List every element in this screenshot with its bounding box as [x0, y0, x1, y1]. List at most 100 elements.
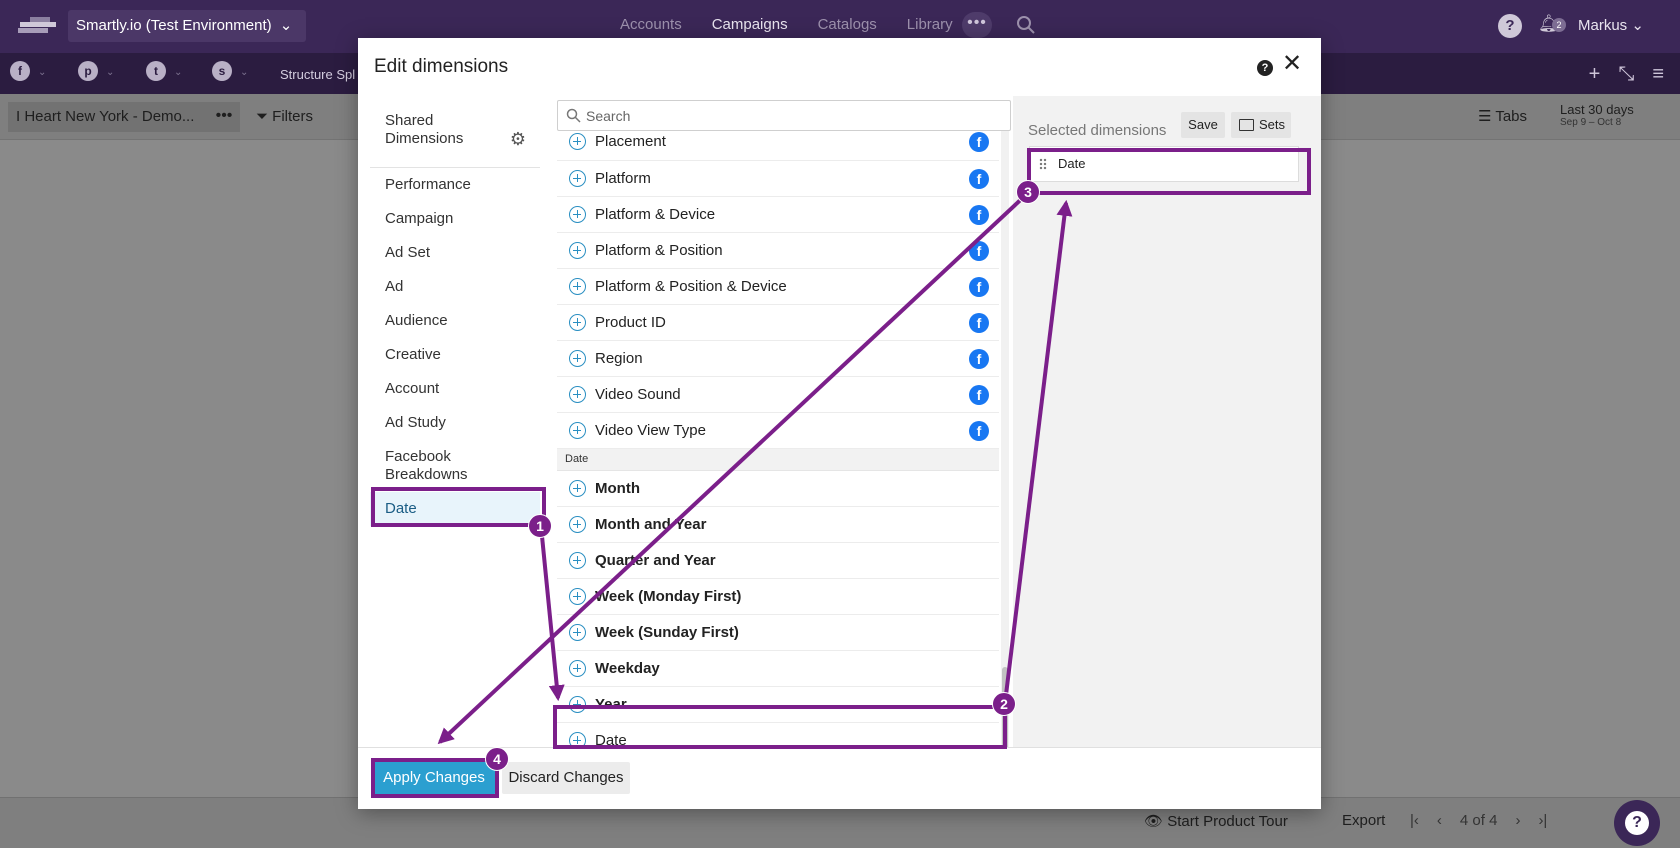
facebook-platform-selector[interactable]: f ⌄ [10, 61, 70, 87]
dimension-row[interactable]: Platform & Position f [557, 233, 999, 269]
filters-button[interactable]: ⏷ Filters [256, 108, 313, 125]
twitter-icon: t [146, 61, 166, 81]
add-plus-icon[interactable] [569, 516, 586, 533]
gear-icon[interactable]: ⚙ [510, 130, 526, 148]
add-plus-icon[interactable] [569, 624, 586, 641]
add-plus-icon[interactable] [569, 242, 586, 259]
category-creative[interactable]: Creative [370, 338, 540, 372]
dimension-label: Placement [595, 133, 666, 150]
bar2-actions: + ⤡ ≡ [1589, 63, 1664, 86]
apply-changes-button[interactable]: Apply Changes [372, 762, 496, 794]
dimension-row[interactable]: Month [557, 471, 999, 507]
add-plus-icon[interactable] [569, 422, 586, 439]
add-plus-icon[interactable] [569, 170, 586, 187]
category-ad[interactable]: Ad [370, 270, 540, 304]
add-plus-icon[interactable] [569, 588, 586, 605]
dimension-row[interactable]: Week (Monday First) [557, 579, 999, 615]
dimension-row[interactable]: Platform f [557, 161, 999, 197]
search-input[interactable] [586, 105, 986, 127]
pinterest-platform-selector[interactable]: p ⌄ [78, 61, 138, 87]
report-tab[interactable]: I Heart New York - Demo... [8, 102, 208, 132]
add-plus-icon[interactable] [569, 696, 586, 713]
dimension-row[interactable]: Week (Sunday First) [557, 615, 999, 651]
category-performance[interactable]: Performance [370, 168, 540, 202]
start-product-tour-button[interactable]: 👁︎ Start Product Tour [1144, 812, 1288, 830]
category-account[interactable]: Account [370, 372, 540, 406]
environment-label: Smartly.io (Test Environment) [76, 17, 272, 34]
dimension-row[interactable]: Platform & Position & Device f [557, 269, 999, 305]
add-plus-icon[interactable] [569, 133, 586, 150]
dimension-search [557, 100, 1011, 131]
dimension-row[interactable]: Placement f [557, 131, 999, 161]
date-range-picker[interactable]: Last 30 days Sep 9 – Oct 8 [1560, 102, 1634, 128]
step-badge-3: 3 [1016, 180, 1040, 204]
category-audience[interactable]: Audience [370, 304, 540, 338]
snapchat-platform-selector[interactable]: s ⌄ [212, 61, 272, 87]
selected-dimension-item[interactable]: Date [1029, 146, 1299, 182]
search-icon[interactable] [1016, 15, 1036, 35]
export-button[interactable]: Export [1342, 812, 1385, 829]
nav-campaigns[interactable]: Campaigns [712, 16, 788, 33]
category-ad-study[interactable]: Ad Study [370, 406, 540, 440]
dimension-row[interactable]: Quarter and Year [557, 543, 999, 579]
environment-selector[interactable]: Smartly.io (Test Environment) ⌄ [68, 10, 306, 42]
add-plus-icon[interactable] [569, 386, 586, 403]
nav-accounts[interactable]: Accounts [620, 16, 682, 33]
step-badge-2: 2 [992, 692, 1016, 716]
twitter-platform-selector[interactable]: t ⌄ [146, 61, 206, 87]
category-campaign[interactable]: Campaign [370, 202, 540, 236]
save-button[interactable]: Save [1181, 112, 1225, 138]
tabs-button[interactable]: ☰ Tabs [1478, 107, 1527, 125]
dimension-label: Region [595, 350, 643, 367]
floating-help-button[interactable]: ? [1614, 800, 1660, 846]
help-icon[interactable]: ? [1498, 14, 1522, 38]
add-plus-icon[interactable] [569, 350, 586, 367]
user-menu[interactable]: Markus ⌄ [1578, 16, 1644, 34]
nav-library[interactable]: Library [907, 16, 953, 33]
edit-dimensions-dialog: Edit dimensions ? ✕ Shared Dimensions ⚙ … [358, 38, 1321, 809]
date-range-dates: Sep 9 – Oct 8 [1560, 117, 1622, 128]
smartly-logo[interactable] [16, 14, 58, 40]
category-shared-dimensions[interactable]: Shared Dimensions ⚙ [370, 100, 540, 168]
dimension-row[interactable]: Year [557, 687, 999, 723]
dimension-label: Month and Year [595, 516, 707, 533]
first-page-icon[interactable]: |‹ [1410, 812, 1419, 829]
collapse-icon[interactable]: ⤡ [1618, 63, 1634, 86]
add-plus-icon[interactable] [569, 480, 586, 497]
dimension-row[interactable]: Month and Year [557, 507, 999, 543]
drag-handle-icon[interactable] [1039, 158, 1047, 170]
next-page-icon[interactable]: › [1515, 812, 1520, 829]
discard-changes-button[interactable]: Discard Changes [502, 762, 630, 794]
add-plus-icon[interactable] [569, 278, 586, 295]
dimension-row[interactable]: Video Sound f [557, 377, 999, 413]
menu-icon[interactable]: ≡ [1652, 63, 1664, 86]
category-date[interactable]: Date [370, 492, 540, 526]
dimension-label: Platform & Position [595, 242, 723, 259]
prev-page-icon[interactable]: ‹ [1437, 812, 1442, 829]
chevron-down-icon: ⌄ [38, 67, 47, 78]
help-icon[interactable]: ? [1257, 60, 1273, 76]
category-facebook-breakdowns[interactable]: Facebook Breakdowns [370, 440, 540, 492]
dimension-row[interactable]: Video View Type f [557, 413, 999, 449]
dimension-label: Platform & Device [595, 206, 716, 223]
dimension-row[interactable]: Weekday [557, 651, 999, 687]
dimension-row[interactable]: Platform & Device f [557, 197, 999, 233]
add-plus-icon[interactable] [569, 206, 586, 223]
nav-catalogs[interactable]: Catalogs [818, 16, 877, 33]
structure-split-tab[interactable]: Structure Spl [280, 67, 355, 82]
add-plus-icon[interactable] [569, 314, 586, 331]
dimension-row[interactable]: Region f [557, 341, 999, 377]
sets-button[interactable]: Sets [1231, 112, 1291, 138]
plus-icon[interactable]: + [1589, 63, 1601, 86]
snapchat-icon: s [212, 61, 232, 81]
report-tab-more-button[interactable]: ••• [208, 102, 240, 132]
last-page-icon[interactable]: ›| [1538, 812, 1547, 829]
dimension-label: Weekday [595, 660, 660, 677]
add-plus-icon[interactable] [569, 660, 586, 677]
add-plus-icon[interactable] [569, 552, 586, 569]
dimension-list-scrollbar[interactable] [1001, 131, 1009, 783]
close-icon[interactable]: ✕ [1282, 52, 1302, 76]
more-nav-button[interactable]: ••• [962, 12, 992, 38]
category-ad-set[interactable]: Ad Set [370, 236, 540, 270]
dimension-row[interactable]: Product ID f [557, 305, 999, 341]
